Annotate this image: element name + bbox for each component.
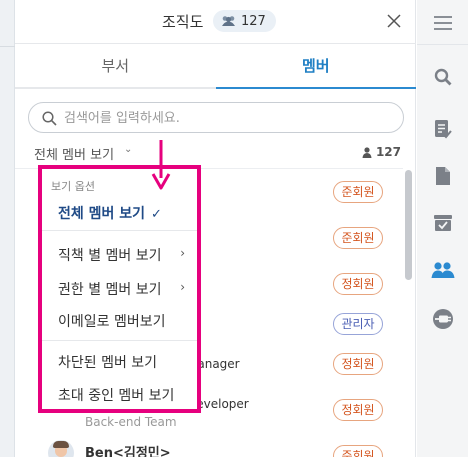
menu-item-label: 직책 별 멤버 보기 bbox=[58, 248, 162, 264]
menu-item-label: 초대 중인 멤버 보기 bbox=[58, 388, 175, 404]
people-icon[interactable] bbox=[430, 257, 456, 283]
menu-item-all-members[interactable]: 전체 멤버 보기 ✓ bbox=[58, 203, 162, 223]
chevron-right-icon: › bbox=[180, 280, 185, 294]
group-icon bbox=[222, 16, 235, 26]
member-department: Back-end Team bbox=[85, 415, 177, 429]
role-badge: 준회원 bbox=[333, 181, 383, 203]
tab-bar: 부서 멤버 bbox=[15, 45, 416, 89]
member-count: 127 bbox=[241, 13, 266, 29]
menu-item-invited-members[interactable]: 초대 중인 멤버 보기 bbox=[58, 385, 174, 405]
right-toolbar bbox=[417, 0, 468, 457]
view-selector[interactable]: 전체 멤버 보기 bbox=[34, 144, 114, 163]
menu-icon[interactable] bbox=[430, 10, 456, 36]
popup-heading: 보기 옵션 bbox=[51, 180, 95, 193]
background-sidebar-strip bbox=[0, 0, 15, 457]
role-badge: 준회원 bbox=[333, 227, 383, 249]
scrollbar[interactable] bbox=[405, 170, 412, 280]
menu-item-by-email[interactable]: 이메일로 멤버보기 bbox=[58, 311, 166, 331]
tab-departments[interactable]: 부서 bbox=[15, 45, 216, 89]
menu-item-label: 권한 별 멤버 보기 bbox=[58, 282, 162, 298]
role-badge: 정회원 bbox=[333, 353, 383, 375]
total-members-count: 127 bbox=[375, 145, 401, 159]
role-badge: 정회원 bbox=[333, 399, 383, 421]
checkmark-icon: ✓ bbox=[151, 207, 162, 222]
person-icon bbox=[362, 146, 372, 158]
search-icon bbox=[42, 111, 57, 126]
menu-item-by-position[interactable]: 직책 별 멤버 보기 bbox=[58, 245, 198, 265]
role-badge: 준회원 bbox=[333, 445, 383, 457]
divider bbox=[42, 230, 197, 231]
annotation-arrow-icon bbox=[151, 140, 171, 190]
member-count-badge: 127 bbox=[213, 10, 276, 32]
role-badge: 정회원 bbox=[333, 273, 383, 295]
menu-item-label: 이메일로 멤버보기 bbox=[58, 314, 166, 330]
inbox-icon[interactable] bbox=[430, 210, 456, 236]
chevron-right-icon: › bbox=[180, 246, 185, 260]
menu-item-label: 차단된 멤버 보기 bbox=[58, 355, 158, 371]
tab-members[interactable]: 멤버 bbox=[215, 45, 416, 89]
search-box bbox=[28, 102, 404, 133]
notes-icon[interactable] bbox=[430, 116, 456, 142]
search-input[interactable] bbox=[64, 107, 394, 129]
file-icon[interactable] bbox=[430, 163, 456, 189]
total-members: 127 bbox=[362, 145, 401, 159]
menu-item-label: 전체 멤버 보기 bbox=[58, 206, 146, 222]
view-options-popup: 보기 옵션 전체 멤버 보기 ✓ 직책 별 멤버 보기 › 권한 별 멤버 보기 … bbox=[38, 165, 201, 413]
divider bbox=[42, 340, 197, 341]
close-icon[interactable] bbox=[386, 13, 402, 29]
member-name: Ben<김정민> bbox=[85, 446, 171, 457]
plugin-icon[interactable] bbox=[430, 306, 456, 332]
panel-title: 조직도 bbox=[162, 13, 204, 31]
view-bar: 전체 멤버 보기 ⌄ 127 bbox=[15, 140, 416, 166]
menu-item-blocked-members[interactable]: 차단된 멤버 보기 bbox=[58, 352, 157, 372]
role-badge: 관리자 bbox=[333, 313, 383, 335]
search-icon[interactable] bbox=[430, 64, 456, 90]
panel-header: 조직도 127 bbox=[15, 0, 416, 44]
menu-item-by-permission[interactable]: 권한 별 멤버 보기 bbox=[58, 279, 162, 299]
org-chart-panel: 조직도 127 부서 멤버 전체 멤버 보기 ⌄ bbox=[15, 0, 416, 457]
chevron-down-icon[interactable]: ⌄ bbox=[124, 144, 132, 155]
